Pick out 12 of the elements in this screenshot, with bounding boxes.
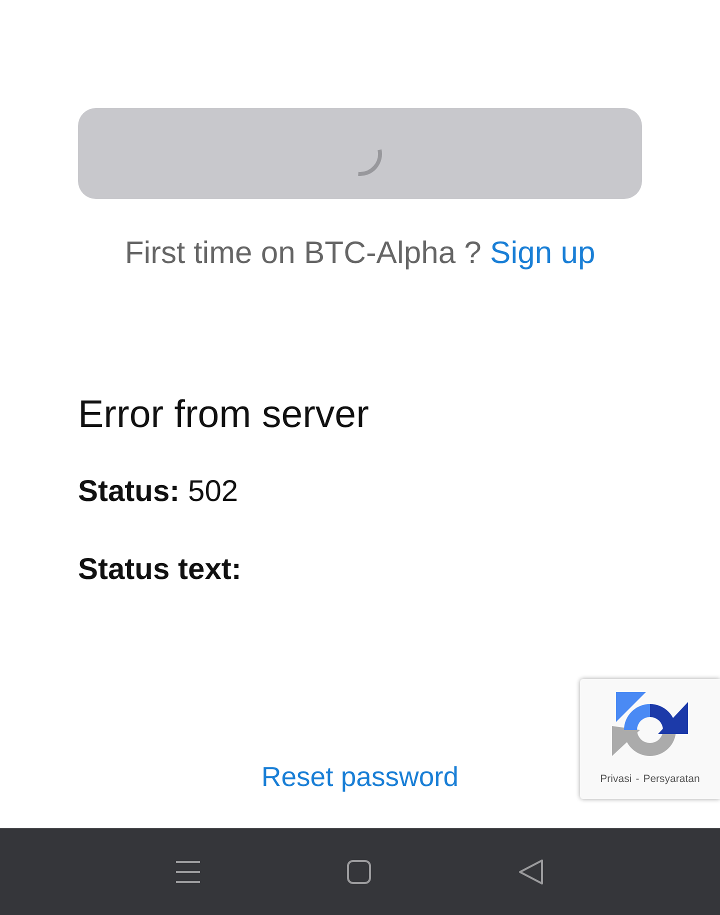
reset-password-link[interactable]: Reset password [261,760,459,794]
back-icon[interactable] [518,859,544,885]
privacy-link[interactable]: Privasi [600,773,632,786]
separator-text: - [636,773,640,786]
menu-icon[interactable] [176,861,200,883]
signup-link[interactable]: Sign up [490,235,596,270]
error-detail-line: Status text: [78,553,242,587]
terms-link[interactable]: Persyaratan [643,773,700,786]
error-title: Error from server [78,393,369,437]
signup-prompt-text: First time on BTC-Alpha ? [124,235,482,270]
error-detail-line: Status: 502 [78,475,238,509]
square-icon[interactable] [347,860,371,884]
